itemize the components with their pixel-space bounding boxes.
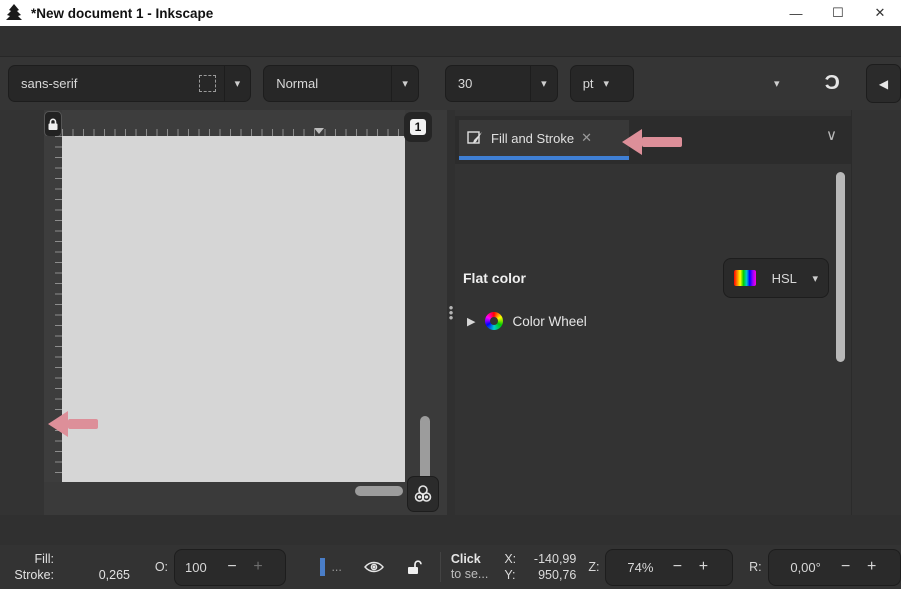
- color-space-combo[interactable]: HSL ▾: [723, 258, 829, 298]
- eye-icon: [364, 560, 384, 574]
- vertical-ruler[interactable]: [44, 136, 62, 482]
- tab-fill-and-stroke[interactable]: Fill and Stroke ✕: [459, 120, 629, 160]
- opacity-spinner[interactable]: 100 − +: [174, 549, 286, 586]
- chevron-down-icon[interactable]: ▾: [225, 77, 251, 90]
- ruler-pointer-marker: [314, 128, 324, 134]
- font-collection-icon: [199, 75, 216, 92]
- rotation-label: R:: [749, 560, 762, 574]
- layer-lock-toggle[interactable]: [406, 559, 422, 576]
- opacity-label: O:: [155, 560, 168, 574]
- font-unit-value: pt: [571, 76, 594, 91]
- status-message-line1: Click: [451, 552, 501, 567]
- canvas-area[interactable]: 1: [44, 110, 447, 515]
- font-style-combo[interactable]: Normal ▾: [263, 65, 419, 102]
- toolbox: [0, 110, 44, 515]
- fill-indicator-value[interactable]: [60, 551, 130, 567]
- paintbrush-icon: [467, 130, 484, 147]
- color-wheel-expander[interactable]: ▶ Color Wheel: [463, 306, 843, 336]
- chevron-down-icon[interactable]: ∨: [826, 126, 837, 144]
- layer-visibility-toggle[interactable]: [364, 560, 384, 574]
- cursor-coordinates: X:-140,99 Y:950,76: [504, 551, 576, 583]
- font-family-combo[interactable]: sans-serif ▾: [8, 65, 251, 102]
- color-palette: [0, 515, 901, 545]
- horizontal-scrollbar[interactable]: [62, 484, 405, 498]
- minimize-button[interactable]: —: [775, 0, 817, 26]
- panel-scrollbar[interactable]: [836, 172, 845, 515]
- dialog-tab-bar: Fill and Stroke ✕ ∨: [455, 116, 851, 164]
- opacity-value[interactable]: 100: [175, 560, 219, 575]
- chevron-left-icon: ◀: [879, 77, 888, 91]
- page-number: 1: [410, 119, 426, 135]
- maximize-button[interactable]: ☐: [817, 0, 859, 26]
- font-family-value: sans-serif: [9, 76, 191, 91]
- zoom-plus-button[interactable]: +: [690, 558, 716, 576]
- y-value: 950,76: [524, 567, 576, 583]
- close-tab-icon[interactable]: ✕: [581, 130, 592, 146]
- x-value: -140,99: [524, 551, 576, 567]
- font-unit-combo[interactable]: pt ▾: [570, 65, 634, 102]
- fill-and-stroke-panel: Fill and Stroke ✕ ∨ Flat color HSL ▾ ▶ C…: [455, 110, 851, 515]
- panel-splitter[interactable]: •••: [447, 110, 455, 515]
- status-bar: Fill: Stroke:0,265 O: 100 − + ... Click …: [0, 545, 901, 589]
- opacity-plus-button[interactable]: +: [245, 558, 271, 576]
- fill-indicator-label: Fill:: [6, 551, 60, 567]
- color-managed-view-button[interactable]: [407, 476, 439, 512]
- chevron-down-icon[interactable]: ▾: [531, 77, 557, 90]
- chevron-down-icon[interactable]: ▾: [392, 77, 418, 90]
- panel-scrollbar-thumb[interactable]: [836, 172, 845, 362]
- commands-bar: [851, 110, 901, 515]
- rotation-minus-button[interactable]: −: [833, 558, 859, 576]
- stroke-width-value[interactable]: 0,265: [60, 567, 130, 583]
- collapse-toolbar-button[interactable]: ◀: [866, 64, 901, 103]
- font-size-combo[interactable]: 30 ▾: [445, 65, 558, 102]
- unlock-icon: [406, 559, 422, 576]
- close-button[interactable]: ✕: [859, 0, 901, 26]
- font-style-value: Normal: [264, 76, 391, 91]
- chevron-down-icon[interactable]: ▾: [774, 77, 780, 90]
- paint-subtabs: [455, 166, 851, 206]
- expander-triangle-icon[interactable]: ▶: [467, 315, 475, 328]
- document-page[interactable]: [62, 136, 405, 482]
- stroke-indicator-label: Stroke:: [6, 567, 60, 583]
- chevron-down-icon[interactable]: ▾: [594, 77, 620, 90]
- color-wheel-icon: [485, 312, 503, 330]
- paint-mode-label: Flat color: [463, 270, 526, 286]
- page-number-badge: 1: [404, 112, 432, 142]
- ruler-lock-icon[interactable]: [44, 111, 62, 137]
- zoom-value[interactable]: 74%: [606, 560, 664, 575]
- text-tool-options-bar: sans-serif ▾ Normal ▾ 30 ▾ pt ▾ ▾ Ɔ ◀: [0, 57, 901, 110]
- status-message-line2: to se...: [451, 567, 501, 582]
- window-title: *New document 1 - Inkscape: [31, 6, 213, 21]
- layer-indicator[interactable]: ...: [320, 558, 341, 576]
- color-wheel-label: Color Wheel: [512, 314, 586, 329]
- horizontal-scrollbar-thumb[interactable]: [355, 486, 403, 496]
- zoom-spinner[interactable]: 74% − +: [605, 549, 733, 586]
- rotation-plus-button[interactable]: +: [859, 558, 885, 576]
- zoom-minus-button[interactable]: −: [664, 558, 690, 576]
- reset-kerning-icon[interactable]: Ɔ: [825, 72, 840, 95]
- rotation-value[interactable]: 0,00°: [769, 560, 833, 575]
- drag-handle-icon: •••: [449, 305, 454, 320]
- rotation-spinner[interactable]: 0,00° − +: [768, 549, 901, 586]
- color-space-icon: [734, 270, 756, 286]
- font-size-value: 30: [446, 76, 530, 91]
- color-space-value: HSL: [772, 271, 797, 286]
- vertical-scrollbar[interactable]: [418, 146, 432, 482]
- layer-color-chip: [320, 558, 325, 576]
- layer-name-ellipsis: ...: [331, 560, 341, 574]
- inkscape-logo-icon: [3, 2, 25, 24]
- y-label: Y:: [504, 567, 524, 583]
- tab-title: Fill and Stroke: [491, 131, 574, 146]
- menu-bar: [0, 26, 901, 57]
- title-bar: *New document 1 - Inkscape — ☐ ✕: [0, 0, 901, 26]
- horizontal-ruler[interactable]: [62, 110, 405, 136]
- zoom-label: Z:: [588, 560, 599, 574]
- opacity-minus-button[interactable]: −: [219, 558, 245, 576]
- x-label: X:: [504, 551, 524, 567]
- status-message: Click to se...: [451, 552, 501, 582]
- chevron-down-icon: ▾: [812, 272, 818, 285]
